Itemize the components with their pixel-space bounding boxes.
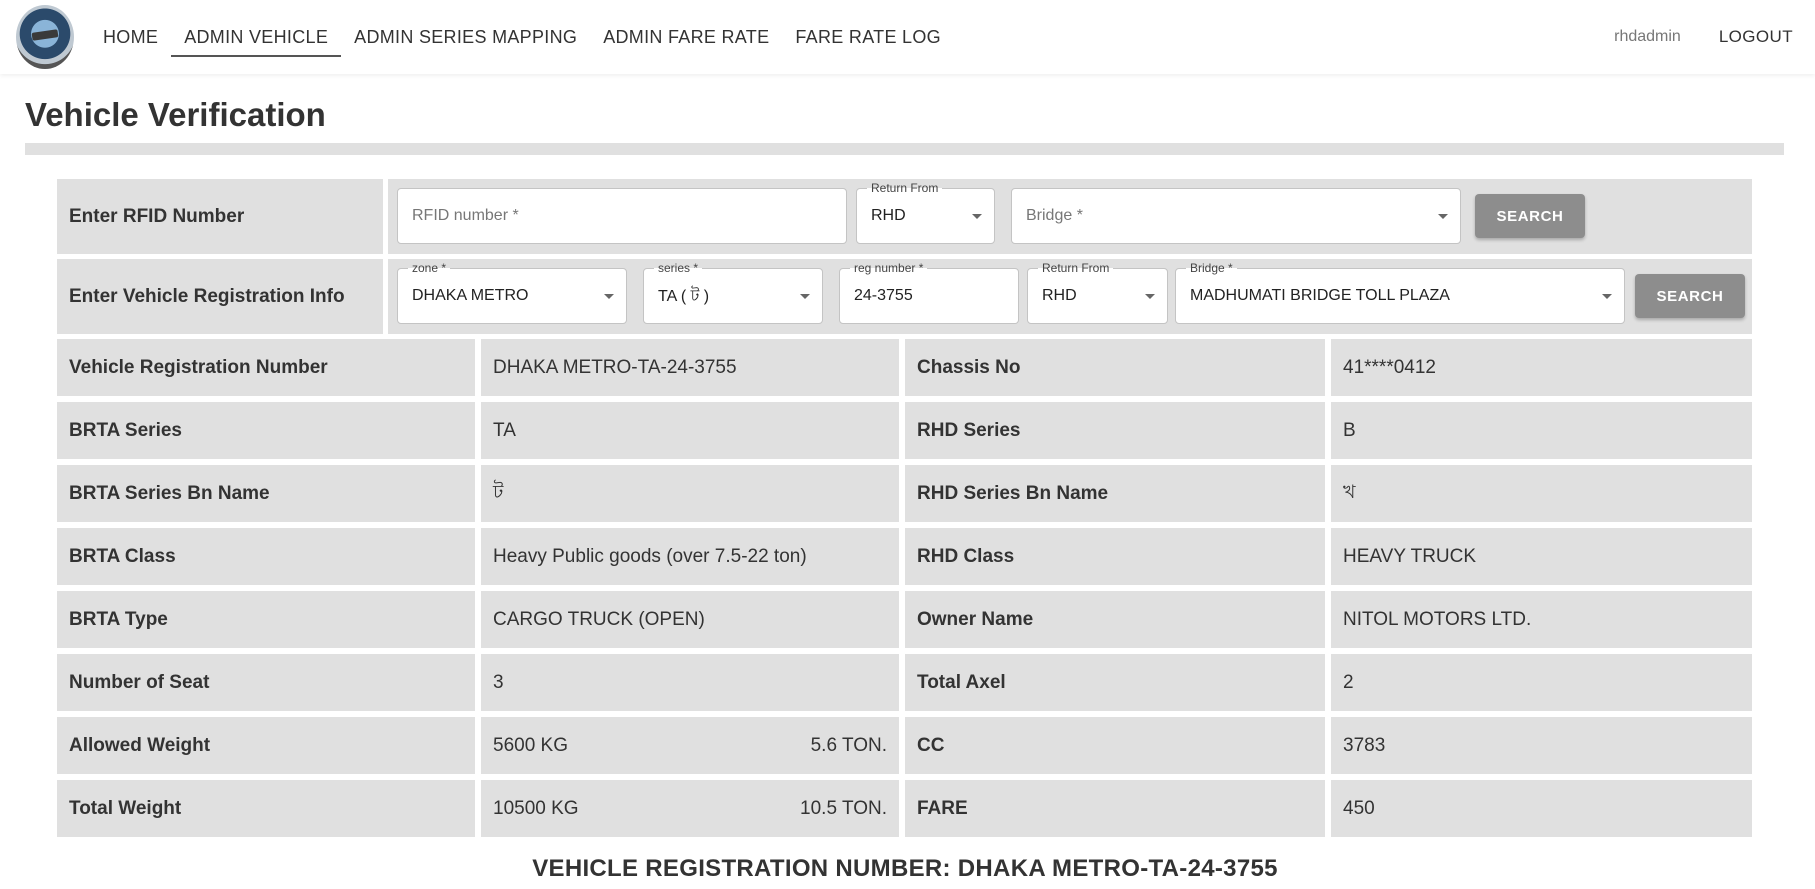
detail-key: Chassis No — [905, 339, 1325, 396]
detail-key: Number of Seat — [57, 654, 475, 711]
nav-fare-rate-log[interactable]: FARE RATE LOG — [782, 17, 954, 57]
reg-number-input[interactable]: reg number * 24-3755 — [839, 260, 1019, 324]
caret-down-icon — [1438, 214, 1448, 219]
nav-links: HOME ADMIN VEHICLE ADMIN SERIES MAPPING … — [90, 0, 954, 74]
detail-key: BRTA Type — [57, 591, 475, 648]
rfid-return-from-select[interactable]: Return From RHD — [856, 180, 995, 244]
detail-row: Vehicle Registration Number DHAKA METRO-… — [57, 339, 1752, 396]
bridge-value: MADHUMATI BRIDGE TOLL PLAZA — [1190, 287, 1450, 304]
detail-value: NITOL MOTORS LTD. — [1331, 591, 1752, 648]
detail-row: Allowed Weight 5600 KG 5.6 TON. CC 3783 — [57, 717, 1752, 774]
detail-row: BRTA Series Bn Name ট RHD Series Bn Name… — [57, 465, 1752, 522]
reg-number-value: 24-3755 — [854, 287, 913, 304]
title-divider — [25, 143, 1784, 155]
detail-value: 10500 KG 10.5 TON. — [481, 780, 899, 837]
rhd-logo[interactable] — [16, 5, 74, 69]
detail-key: Total Weight — [57, 780, 475, 837]
detail-row: BRTA Type CARGO TRUCK (OPEN) Owner Name … — [57, 591, 1752, 648]
detail-value: 3783 — [1331, 717, 1752, 774]
detail-value: TA — [481, 402, 899, 459]
detail-value: 3 — [481, 654, 899, 711]
detail-value: DHAKA METRO-TA-24-3755 — [481, 339, 899, 396]
caret-down-icon — [1145, 294, 1155, 299]
detail-key: CC — [905, 717, 1325, 774]
rfid-row-label: Enter RFID Number — [57, 179, 383, 254]
detail-key: RHD Series Bn Name — [905, 465, 1325, 522]
detail-row: Total Weight 10500 KG 10.5 TON. FARE 450 — [57, 780, 1752, 837]
username: rhdadmin — [1614, 28, 1681, 45]
rfid-placeholder: RFID number * — [412, 207, 519, 224]
series-value: TA ( ট ) — [658, 287, 710, 305]
registration-input-area: zone * DHAKA METRO series * TA ( ট ) reg… — [388, 259, 1752, 334]
detail-value: 2 — [1331, 654, 1752, 711]
nav-admin-fare-rate[interactable]: ADMIN FARE RATE — [590, 17, 782, 57]
caret-down-icon — [1602, 294, 1612, 299]
registration-number-heading: VEHICLE REGISTRATION NUMBER: DHAKA METRO… — [532, 855, 1278, 882]
rfid-number-input[interactable]: RFID number * — [397, 188, 847, 244]
detail-key: RHD Series — [905, 402, 1325, 459]
detail-value: খ — [1331, 465, 1752, 522]
return-from-value: RHD — [1042, 287, 1077, 304]
registration-search-row: Enter Vehicle Registration Info zone * D… — [57, 259, 1752, 334]
detail-key: Allowed Weight — [57, 717, 475, 774]
rfid-bridge-select[interactable]: Bridge * — [1011, 188, 1461, 244]
detail-value: CARGO TRUCK (OPEN) — [481, 591, 899, 648]
zone-select[interactable]: zone * DHAKA METRO — [397, 260, 627, 324]
rfid-search-button[interactable]: SEARCH — [1475, 194, 1585, 238]
registration-row-label: Enter Vehicle Registration Info — [57, 259, 383, 334]
top-navbar: HOME ADMIN VEHICLE ADMIN SERIES MAPPING … — [0, 0, 1815, 74]
detail-value: 41****0412 — [1331, 339, 1752, 396]
detail-value: B — [1331, 402, 1752, 459]
detail-key: Vehicle Registration Number — [57, 339, 475, 396]
detail-key: RHD Class — [905, 528, 1325, 585]
reg-bridge-select[interactable]: Bridge * MADHUMATI BRIDGE TOLL PLAZA — [1175, 260, 1625, 324]
logout-button[interactable]: LOGOUT — [1719, 27, 1793, 47]
rfid-input-area: RFID number * Return From RHD Bridge * S… — [388, 179, 1752, 254]
nav-admin-vehicle[interactable]: ADMIN VEHICLE — [171, 17, 342, 57]
caret-down-icon — [604, 294, 614, 299]
caret-down-icon — [972, 214, 982, 219]
registration-search-button[interactable]: SEARCH — [1635, 274, 1745, 318]
detail-key: Total Axel — [905, 654, 1325, 711]
page-title: Vehicle Verification — [25, 96, 326, 133]
detail-row: BRTA Class Heavy Public goods (over 7.5-… — [57, 528, 1752, 585]
zone-value: DHAKA METRO — [412, 287, 529, 304]
detail-value: 450 — [1331, 780, 1752, 837]
series-select[interactable]: series * TA ( ট ) — [643, 260, 823, 324]
detail-key: BRTA Class — [57, 528, 475, 585]
detail-key: FARE — [905, 780, 1325, 837]
rfid-search-row: Enter RFID Number RFID number * Return F… — [57, 179, 1752, 254]
detail-row: BRTA Series TA RHD Series B — [57, 402, 1752, 459]
detail-key: Owner Name — [905, 591, 1325, 648]
nav-home[interactable]: HOME — [90, 17, 171, 57]
detail-key: BRTA Series Bn Name — [57, 465, 475, 522]
caret-down-icon — [800, 294, 810, 299]
nav-admin-series-mapping[interactable]: ADMIN SERIES MAPPING — [341, 17, 590, 57]
detail-value: ট — [481, 465, 899, 522]
detail-row: Number of Seat 3 Total Axel 2 — [57, 654, 1752, 711]
detail-value: 5600 KG 5.6 TON. — [481, 717, 899, 774]
return-from-value: RHD — [871, 207, 906, 224]
detail-key: BRTA Series — [57, 402, 475, 459]
detail-value: HEAVY TRUCK — [1331, 528, 1752, 585]
bridge-placeholder: Bridge * — [1026, 207, 1083, 224]
reg-return-from-select[interactable]: Return From RHD — [1027, 260, 1168, 324]
detail-value: Heavy Public goods (over 7.5-22 ton) — [481, 528, 899, 585]
